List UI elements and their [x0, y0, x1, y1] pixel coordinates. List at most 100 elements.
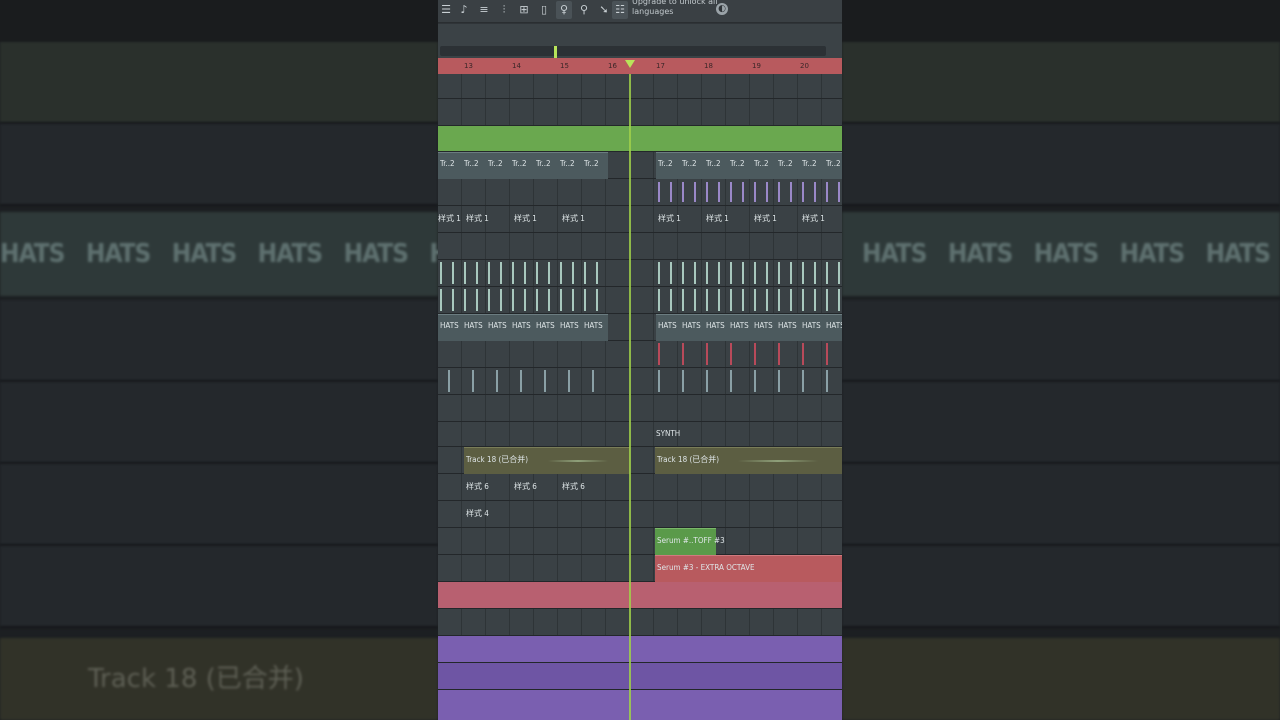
clip-label: Tr..2 [658, 159, 673, 168]
track-lane[interactable]: HATS HATS HATS HATS HATS HATS HATS HATS … [438, 314, 842, 341]
track-lane[interactable]: Serum #..TOFF #3 [438, 528, 842, 555]
clip-label: Tr..2 [512, 159, 527, 168]
clip-label: HATS [658, 321, 677, 330]
note-pattern[interactable] [448, 370, 608, 392]
track-lane[interactable]: 样式 4 [438, 501, 842, 528]
clip-label[interactable]: 样式 1 [438, 213, 461, 225]
bg-row [0, 382, 438, 464]
track-lane[interactable] [438, 179, 842, 206]
track-lane[interactable] [438, 609, 842, 636]
automation-lane[interactable] [438, 582, 842, 609]
waveform [548, 460, 608, 462]
track-lane[interactable] [438, 260, 842, 287]
clip-label: Tr..2 [464, 159, 479, 168]
waveform [738, 460, 818, 462]
channel-rack-icon[interactable]: ≡ [476, 1, 492, 19]
track-lane[interactable] [438, 233, 842, 260]
clip-label: HATS [584, 321, 603, 330]
bar-number: 13 [464, 62, 473, 70]
bg-hats-row: HATS HATS HATS HATS HATS HATS [0, 212, 438, 296]
bar-number: 19 [752, 62, 761, 70]
automation-lane[interactable] [438, 690, 842, 720]
note-pattern[interactable] [440, 262, 606, 284]
upgrade-notice[interactable]: Upgrade to unlock all languages [632, 0, 722, 21]
bar-number: 14 [512, 62, 521, 70]
background-left: HATS HATS HATS HATS HATS HATS Track 18 (… [0, 0, 438, 720]
clip-label[interactable]: 样式 1 [802, 213, 825, 225]
note-pattern[interactable] [440, 289, 606, 311]
bg-row [0, 124, 438, 206]
track-lane[interactable]: Tr..2 Tr..2 Tr..2 Tr..2 Tr..2 Tr..2 Tr..… [438, 152, 842, 179]
automation-lane[interactable] [438, 663, 842, 690]
horizontal-scrollbar[interactable] [440, 46, 826, 56]
clip-label[interactable]: 样式 1 [658, 213, 681, 225]
track-lane[interactable]: Track 18 (已合并) Track 18 (已合并) [438, 447, 842, 474]
clip-label: Track 18 (已合并) [657, 455, 720, 464]
clip-label: Tr..2 [826, 159, 841, 168]
clip-label[interactable]: 样式 1 [706, 213, 729, 225]
bg-row [0, 42, 438, 124]
clip-label: Tr..2 [584, 159, 599, 168]
bar-number: 15 [560, 62, 569, 70]
note-pattern[interactable] [658, 182, 842, 202]
bg-row [842, 382, 1280, 464]
clip-label[interactable]: 样式 1 [466, 213, 489, 225]
track-lane[interactable] [438, 99, 842, 126]
note-pattern[interactable] [658, 262, 842, 284]
piano-roll-icon[interactable]: ♪ [456, 1, 472, 19]
clip-label: HATS [778, 321, 797, 330]
mixer-icon[interactable]: ⫶ [496, 1, 512, 19]
clip-label: HATS [682, 321, 701, 330]
clip-label: HATS [440, 321, 459, 330]
export-icon[interactable]: ➘ [596, 1, 612, 19]
clip-label: Tr..2 [802, 159, 817, 168]
clip-label: HATS [536, 321, 555, 330]
clip-label[interactable]: 样式 4 [466, 508, 489, 520]
track-lane[interactable] [438, 368, 842, 395]
timeline-ruler[interactable]: 13 14 15 16 17 18 19 20 [438, 58, 842, 74]
automation-lane[interactable] [438, 636, 842, 663]
clip-label: HATS [730, 321, 749, 330]
clip-label[interactable]: SYNTH [656, 428, 680, 440]
browser-icon[interactable]: ▯ [536, 1, 552, 19]
track-lane[interactable] [438, 395, 842, 422]
note-pattern[interactable] [658, 343, 842, 365]
clip-label[interactable]: 样式 6 [514, 481, 537, 493]
track-lane[interactable] [438, 287, 842, 314]
track-lane[interactable]: SYNTH [438, 422, 842, 447]
clip-label[interactable]: 样式 1 [754, 213, 777, 225]
note-pattern[interactable] [658, 370, 842, 392]
playhead-marker-icon[interactable] [625, 60, 635, 68]
note-pattern[interactable] [658, 289, 842, 311]
clip-label[interactable]: 样式 1 [514, 213, 537, 225]
clip-label: Serum #3 - EXTRA OCTAVE [657, 563, 755, 572]
bg-row [0, 464, 438, 546]
clip-label[interactable]: 样式 6 [466, 481, 489, 493]
clip-label: HATS [706, 321, 725, 330]
automation-lane[interactable] [438, 126, 842, 152]
plugin-icon[interactable]: ⊞ [516, 1, 532, 19]
playhead-line[interactable] [629, 74, 631, 720]
toolbar: ☰ ♪ ≡ ⫶ ⊞ ▯ ♀ ⚲ ➘ ☷ Upgrade to unlock al… [438, 0, 842, 23]
clip-label: Tr..2 [536, 159, 551, 168]
clip-label[interactable]: 样式 1 [562, 213, 585, 225]
globe-icon[interactable]: ◐ [716, 3, 728, 15]
tempo-icon[interactable]: ⚲ [576, 1, 592, 19]
clip-label: Tr..2 [754, 159, 769, 168]
track-lane[interactable]: Serum #3 - EXTRA OCTAVE [438, 555, 842, 582]
scrollbar-position-marker[interactable] [554, 46, 557, 58]
mic-icon[interactable]: ♀ [556, 1, 572, 19]
bg-row [0, 300, 438, 382]
track-lane[interactable]: 样式 6 样式 6 样式 6 [438, 474, 842, 501]
track-lane[interactable]: 样式 1 样式 1 样式 1 样式 1 样式 1 样式 1 样式 1 样式 1 [438, 206, 842, 233]
clip-label: Serum #..TOFF #3 [657, 536, 725, 545]
bg-track18-row [842, 638, 1280, 720]
menu-icon[interactable]: ☷ [612, 1, 628, 19]
track-lane[interactable] [438, 74, 842, 99]
clip-label[interactable]: 样式 6 [562, 481, 585, 493]
playlist-icon[interactable]: ☰ [438, 1, 454, 19]
track-lane[interactable] [438, 341, 842, 368]
bg-row [842, 464, 1280, 546]
clip-label: Tr..2 [560, 159, 575, 168]
clip-label: HATS [802, 321, 821, 330]
